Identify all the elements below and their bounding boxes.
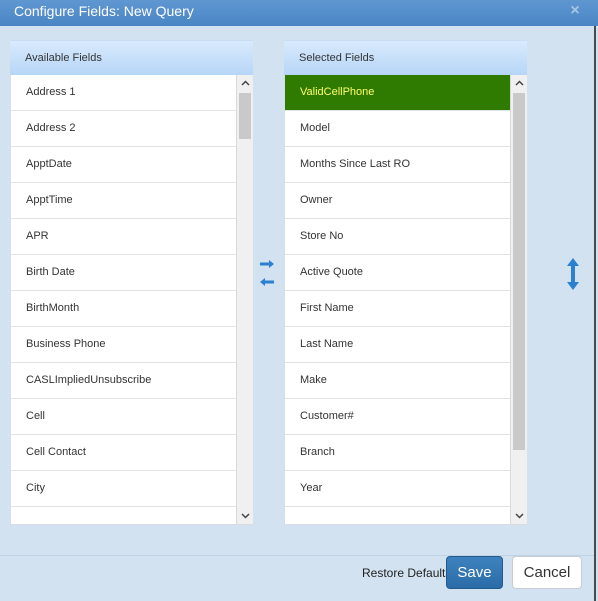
available-field-item[interactable]: Business Phone xyxy=(11,327,236,363)
available-field-item[interactable]: CASLImpliedUnsubscribe xyxy=(11,363,236,399)
selected-field-label: Customer# xyxy=(300,410,354,422)
configure-fields-dialog: Configure Fields: New Query × Available … xyxy=(0,0,598,601)
available-field-item[interactable]: Cell xyxy=(11,399,236,435)
selected-field-item[interactable]: Make xyxy=(285,363,510,399)
close-icon[interactable]: × xyxy=(568,3,582,19)
available-field-label: BirthMonth xyxy=(26,302,80,314)
available-field-label: City xyxy=(26,482,45,494)
available-field-item[interactable]: Birth Date xyxy=(11,255,236,291)
selected-field-item[interactable]: Last Name xyxy=(285,327,510,363)
up-down-arrow-icon[interactable] xyxy=(565,256,581,292)
available-fields-header-label: Available Fields xyxy=(25,52,102,64)
chevron-down-icon[interactable] xyxy=(237,508,253,524)
title-bar: Configure Fields: New Query × xyxy=(0,0,598,26)
dialog-edge xyxy=(594,26,596,601)
selected-field-label: Model xyxy=(300,122,330,134)
selected-field-label: Last Name xyxy=(300,338,354,350)
available-field-label: APR xyxy=(26,230,49,242)
selected-fields-scroll-thumb[interactable] xyxy=(513,93,525,450)
restore-defaults-link[interactable]: Restore Defaults xyxy=(362,566,451,580)
available-field-item[interactable]: ApptTime xyxy=(11,183,236,219)
available-field-label: Birth Date xyxy=(26,266,75,278)
selected-field-label: Year xyxy=(300,482,323,494)
footer-divider xyxy=(0,555,594,556)
cancel-button[interactable]: Cancel xyxy=(512,556,582,589)
selected-field-label: First Name xyxy=(300,302,354,314)
selected-fields-scrollbar[interactable] xyxy=(510,75,527,524)
available-fields-list-area: Address 1 Address 2 ApptDate ApptTime AP… xyxy=(10,75,253,525)
available-field-item[interactable]: BirthMonth xyxy=(11,291,236,327)
swap-arrows-icon[interactable] xyxy=(258,258,276,290)
selected-fields-header-label: Selected Fields xyxy=(299,52,375,64)
available-field-label: Cell Contact xyxy=(26,446,86,458)
available-fields-header: Available Fields xyxy=(10,40,253,75)
available-field-label: Cell xyxy=(26,410,45,422)
available-field-label: Address 2 xyxy=(26,122,76,134)
available-field-item[interactable]: Address 2 xyxy=(11,111,236,147)
chevron-up-icon[interactable] xyxy=(237,75,253,92)
available-fields-list: Address 1 Address 2 ApptDate ApptTime AP… xyxy=(11,75,236,507)
selected-field-item[interactable]: Store No xyxy=(285,219,510,255)
available-field-label: ApptTime xyxy=(26,194,73,206)
selected-field-label: Make xyxy=(300,374,327,386)
selected-fields-list-area: ValidCellPhone Model Months Since Last R… xyxy=(284,75,527,525)
selected-field-item[interactable]: First Name xyxy=(285,291,510,327)
selected-field-label: Active Quote xyxy=(300,266,363,278)
dialog-title: Configure Fields: New Query xyxy=(14,3,194,19)
chevron-up-icon[interactable] xyxy=(511,75,527,92)
available-field-item[interactable]: ApptDate xyxy=(11,147,236,183)
save-button[interactable]: Save xyxy=(446,556,503,589)
selected-field-item[interactable]: Model xyxy=(285,111,510,147)
selected-field-item[interactable]: Branch xyxy=(285,435,510,471)
selected-field-label: Branch xyxy=(300,446,335,458)
selected-field-item[interactable]: Customer# xyxy=(285,399,510,435)
selected-field-label: Store No xyxy=(300,230,344,242)
chevron-down-icon[interactable] xyxy=(511,508,527,524)
selected-field-item[interactable]: Active Quote xyxy=(285,255,510,291)
available-field-label: Address 1 xyxy=(26,86,76,98)
available-field-label: Business Phone xyxy=(26,338,106,350)
selected-field-label: Months Since Last RO xyxy=(300,158,411,170)
available-field-label: CASLImpliedUnsubscribe xyxy=(26,374,152,386)
available-fields-panel: Available Fields Address 1 Address 2 App… xyxy=(10,40,253,525)
available-fields-scroll-thumb[interactable] xyxy=(239,93,251,139)
available-field-label: ApptDate xyxy=(26,158,72,170)
selected-fields-header: Selected Fields xyxy=(284,40,527,75)
available-field-item[interactable]: Cell Contact xyxy=(11,435,236,471)
selected-field-item[interactable]: Owner xyxy=(285,183,510,219)
selected-field-label: ValidCellPhone xyxy=(300,86,375,98)
selected-field-item[interactable]: Months Since Last RO xyxy=(285,147,510,183)
available-field-item[interactable]: APR xyxy=(11,219,236,255)
selected-fields-list: ValidCellPhone Model Months Since Last R… xyxy=(285,75,510,507)
selected-field-label: Owner xyxy=(300,194,333,206)
selected-field-item-active[interactable]: ValidCellPhone xyxy=(285,75,510,111)
available-field-item[interactable]: City xyxy=(11,471,236,507)
selected-field-item[interactable]: Year xyxy=(285,471,510,507)
available-field-item[interactable]: Address 1 xyxy=(11,75,236,111)
available-fields-scrollbar[interactable] xyxy=(236,75,253,524)
selected-fields-panel: Selected Fields ValidCellPhone Model Mon… xyxy=(284,40,527,525)
